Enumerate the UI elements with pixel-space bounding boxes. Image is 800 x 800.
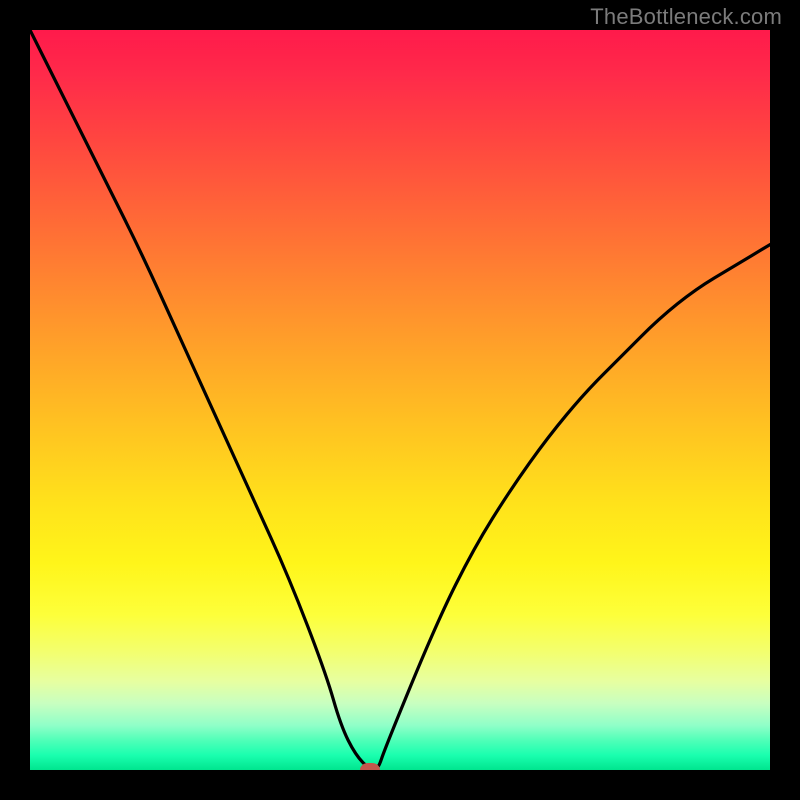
bottleneck-curve [30, 30, 770, 770]
optimum-marker-icon [360, 763, 380, 770]
watermark-text: TheBottleneck.com [590, 4, 782, 30]
chart-frame: TheBottleneck.com [0, 0, 800, 800]
plot-area [30, 30, 770, 770]
